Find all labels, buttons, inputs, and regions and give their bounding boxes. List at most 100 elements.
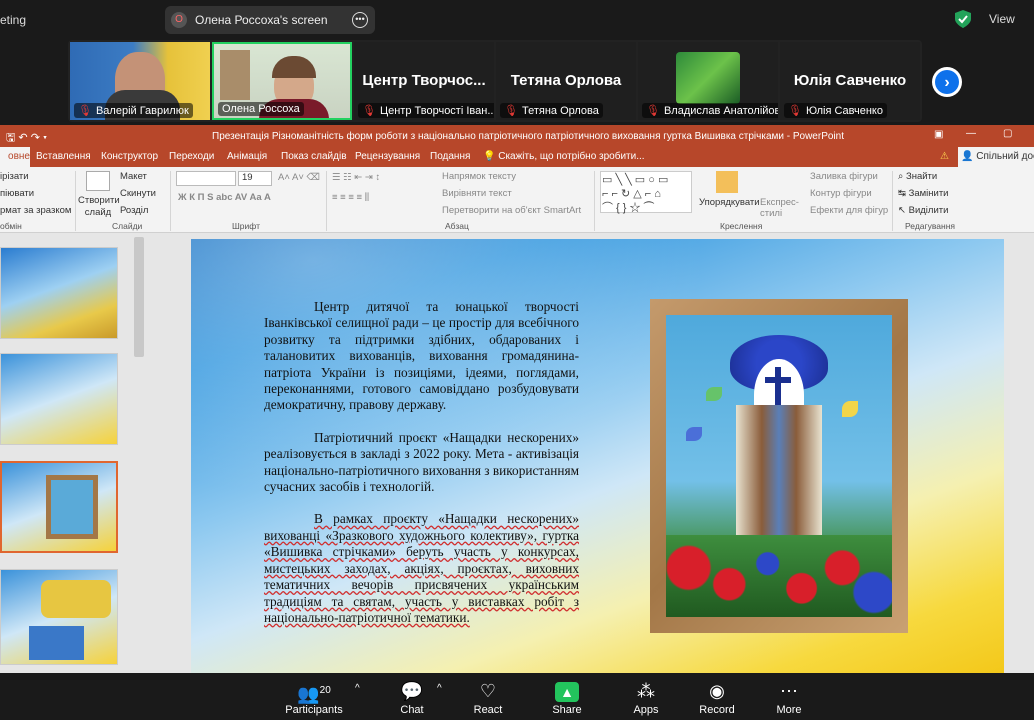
ribbon: ірізати піювати рмат за зразком обмін Ст…	[0, 167, 1034, 233]
quick-access-icon[interactable]: 🖫 ↶ ↷ ▾	[6, 129, 47, 148]
layout-button[interactable]: Макет	[120, 171, 147, 182]
align-icons[interactable]: ≡ ≡ ≡ ≡ ⫼	[332, 192, 369, 203]
format-painter-button[interactable]: рмат за зразком	[0, 205, 71, 216]
thumbnail-image	[29, 626, 84, 660]
video-tile[interactable]: Тетяна Орлова 🎙 Тетяна Орлова	[496, 42, 636, 120]
more-options-icon[interactable]: •••	[352, 12, 368, 28]
butterfly-icon	[842, 401, 858, 417]
chevron-up-icon[interactable]: ^	[355, 683, 360, 694]
slide-canvas[interactable]: Центр дитячої та юнацької творчості Іван…	[191, 239, 1004, 673]
tab-animations[interactable]: Анімація	[227, 151, 267, 162]
cut-button[interactable]: ірізати	[0, 171, 29, 182]
tab-home[interactable]: овне	[0, 147, 30, 167]
shapes-gallery[interactable]: ▭ ╲ ╲ ▭ ○ ▭ ⌐ ⌐ ↻ △ ⌐ ⌂ ⌒ { } ☆ ⏜	[600, 171, 692, 214]
participant-display-name: Центр Творчос...	[362, 72, 486, 89]
share-screen-button[interactable]: ▲ Share	[532, 679, 602, 716]
slide-thumbnail-2[interactable]	[0, 353, 118, 445]
participants-button[interactable]: 👥20 Participants	[279, 679, 349, 716]
video-tile-active-speaker[interactable]: Олена Россоха	[212, 42, 352, 120]
slide-thumbnail-3-selected[interactable]	[0, 461, 118, 553]
tab-insert[interactable]: Вставлення	[36, 151, 91, 162]
minimize-icon[interactable]: —	[966, 128, 976, 139]
cursor-icon: ↖	[898, 205, 906, 216]
format-icons[interactable]: Ж К П S abc AV Aa A	[178, 192, 271, 203]
share-button[interactable]: 👤 Спільний дост	[958, 147, 1034, 167]
mic-muted-icon: 🎙	[788, 105, 802, 117]
react-button[interactable]: ♡ React	[453, 679, 523, 716]
ppt-title-bar: 🖫 ↶ ↷ ▾ Презентація Різноманітність форм…	[0, 125, 1034, 147]
tab-view[interactable]: Подання	[430, 151, 470, 162]
align-text-button[interactable]: Вирівняти текст	[442, 188, 512, 199]
tab-design[interactable]: Конструктор	[101, 151, 158, 162]
copy-button[interactable]: піювати	[0, 188, 34, 199]
tab-slideshow[interactable]: Показ слайдів	[281, 151, 347, 162]
shape-fill-button[interactable]: Заливка фігури	[810, 171, 878, 182]
new-slide-icon[interactable]	[86, 171, 110, 191]
font-name-input[interactable]	[176, 171, 236, 186]
replace-button[interactable]: ↹ Замінити	[898, 188, 948, 199]
chevron-up-icon[interactable]: ^	[437, 683, 442, 694]
search-icon: ⌕	[898, 171, 904, 182]
tab-transitions[interactable]: Переходи	[169, 151, 214, 162]
participant-name: 🎙 Юлія Савченко	[784, 103, 887, 118]
section-button[interactable]: Розділ	[120, 205, 148, 216]
slide-thumbnail-1[interactable]	[0, 247, 118, 339]
group-slides: Слайди	[112, 221, 143, 231]
new-slide-button[interactable]: Створити слайд	[78, 195, 120, 219]
view-button[interactable]: View	[989, 12, 1015, 26]
divider	[170, 171, 171, 231]
tab-review[interactable]: Рецензування	[355, 151, 420, 162]
screen-share-pill[interactable]: O Олена Россоха's screen •••	[165, 6, 375, 34]
apps-button[interactable]: ⁂ Apps	[611, 679, 681, 716]
presenter-badge: O	[171, 12, 187, 28]
shield-icon[interactable]	[955, 10, 971, 28]
shape-effects-button[interactable]: Ефекти для фігур	[810, 205, 888, 216]
text-direction-button[interactable]: Напрямок тексту	[442, 171, 516, 182]
mic-muted-icon: 🎙	[362, 105, 376, 117]
list-icons[interactable]: ☰ ☷ ⇤ ⇥ ↕	[332, 172, 380, 183]
zoom-toolbar: 👥20 Participants ^ 💬 Chat ^ ♡ React ▲ Sh…	[0, 673, 1034, 720]
participant-name: 🎙 Валерій Гаврилюк	[74, 103, 193, 118]
participant-name: Олена Россоха	[218, 102, 304, 116]
slide-body-text[interactable]: Центр дитячої та юнацької творчості Іван…	[264, 299, 579, 642]
thumbnail-scrollbar[interactable]	[134, 237, 144, 357]
select-button[interactable]: ↖ Виділити	[898, 205, 948, 216]
maximize-icon[interactable]: ▢	[1003, 128, 1012, 139]
font-size-icons[interactable]: A˄ A˅ ⌫	[278, 172, 320, 183]
ribbon-options-icon[interactable]: ▣	[934, 129, 943, 140]
quick-styles-button[interactable]: Експрес-стилі	[760, 197, 800, 219]
reset-button[interactable]: Скинути	[120, 188, 156, 199]
participant-name: 🎙 Тетяна Орлова	[500, 103, 603, 118]
heart-icon: ♡	[479, 681, 497, 701]
arrange-button[interactable]: Упорядкувати	[699, 197, 760, 208]
group-drawing: Креслення	[720, 221, 763, 231]
share-icon: ▲	[532, 679, 602, 703]
warning-icon[interactable]: ⚠	[940, 151, 949, 162]
window-title: Презентація Різноманітність форм роботи …	[212, 131, 844, 142]
find-button[interactable]: ⌕ Знайти	[898, 171, 937, 182]
paragraph-1: Центр дитячої та юнацької творчості Іван…	[264, 299, 579, 413]
tell-me-box[interactable]: 💡 Скажіть, що потрібно зробити...	[483, 151, 645, 162]
mic-muted-icon: 🎙	[646, 105, 660, 117]
next-page-button[interactable]: ›	[932, 67, 962, 97]
smartart-button[interactable]: Перетворити на об'єкт SmartArt	[442, 205, 581, 216]
participant-name: 🎙 Центр Творчості Іван...	[358, 103, 494, 118]
video-tile[interactable]: 🎙 Владислав Анатолійов...	[638, 42, 778, 120]
thumbnail-image	[46, 475, 98, 539]
slide-thumbnail-4[interactable]	[0, 569, 118, 665]
meeting-label: eting	[0, 13, 27, 27]
powerpoint-window: 🖫 ↶ ↷ ▾ Презентація Різноманітність форм…	[0, 125, 1034, 673]
group-paragraph: Абзац	[445, 221, 469, 231]
video-tile[interactable]: 🎙 Валерій Гаврилюк	[70, 42, 210, 120]
video-tile[interactable]: Юлія Савченко 🎙 Юлія Савченко	[780, 42, 920, 120]
shape-outline-button[interactable]: Контур фігури	[810, 188, 872, 199]
picture-frame[interactable]	[650, 299, 908, 633]
record-button[interactable]: ◉ Record	[682, 679, 752, 716]
font-size-input[interactable]: 19	[238, 171, 272, 186]
more-button[interactable]: ⋯ More	[754, 679, 824, 716]
participant-name: 🎙 Владислав Анатолійов...	[642, 103, 778, 118]
paragraph-3: В рамках проєкту «Нащадки нескорених» ви…	[264, 511, 579, 625]
video-tile[interactable]: Центр Творчос... 🎙 Центр Творчості Іван..…	[354, 42, 494, 120]
participant-hair	[272, 56, 316, 78]
divider	[594, 171, 595, 231]
